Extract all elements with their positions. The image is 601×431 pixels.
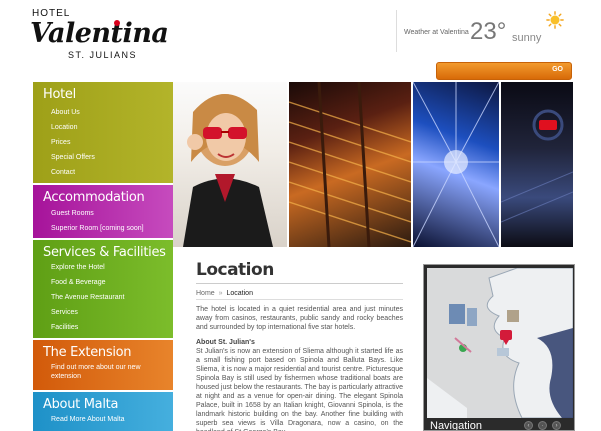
- map-illustration: [427, 268, 573, 418]
- title-divider: [196, 283, 403, 284]
- nav-item-extension-more[interactable]: Find out more about our new extension: [33, 361, 173, 381]
- nav-section-malta: About Malta Read More About Malta: [33, 392, 173, 431]
- nav-item-read-more-malta[interactable]: Read More About Malta: [33, 412, 173, 427]
- photo-strip: [173, 82, 573, 326]
- map-footer: Navigation ‹ · ›: [424, 418, 574, 431]
- nav-item-location[interactable]: Location: [33, 120, 173, 135]
- nav-item-contact[interactable]: Contact: [33, 165, 173, 180]
- nav-item-food-beverage[interactable]: Food & Beverage: [33, 275, 173, 290]
- map-zoom-icon[interactable]: ·: [538, 421, 547, 430]
- nav-section-accommodation: Accommodation Guest Rooms Superior Room …: [33, 185, 173, 238]
- nav-item-explore-hotel[interactable]: Explore the Hotel: [33, 260, 173, 275]
- breadcrumb-divider: [196, 299, 403, 300]
- nav-item-avenue-restaurant[interactable]: The Avenue Restaurant: [33, 290, 173, 305]
- nav-item-special-offers[interactable]: Special Offers: [33, 150, 173, 165]
- facade-lines: [289, 82, 411, 247]
- nav-item-prices[interactable]: Prices: [33, 135, 173, 150]
- intro-paragraph: The hotel is located in a quiet resident…: [196, 306, 403, 331]
- photo-blue-atrium: [413, 82, 499, 247]
- weather-divider: [396, 10, 397, 52]
- logo-place-text: ST. JULIANS: [68, 50, 138, 60]
- about-paragraph: St Julian's is now an extension of Sliem…: [196, 348, 403, 431]
- map-next-icon[interactable]: ›: [552, 421, 561, 430]
- page-title: Location: [196, 260, 274, 280]
- weather-label: Weather at Valentina: [404, 29, 469, 36]
- breadcrumb: Home » Location: [196, 290, 253, 297]
- nav-heading-extension[interactable]: The Extension: [33, 340, 173, 361]
- about-heading: About St. Julian's: [196, 339, 255, 346]
- photo-woman-sunglasses: [173, 82, 287, 247]
- nav-item-superior-room[interactable]: Superior Room [coming soon]: [33, 221, 173, 236]
- go-button[interactable]: GO: [552, 66, 563, 73]
- breadcrumb-separator: »: [218, 290, 223, 297]
- map-view[interactable]: [427, 268, 573, 418]
- nav-heading-hotel[interactable]: Hotel: [33, 82, 173, 105]
- nav-section-hotel: Hotel About Us Location Prices Special O…: [33, 82, 173, 183]
- logo-dot: [114, 20, 120, 26]
- breadcrumb-home-link[interactable]: Home: [196, 290, 215, 297]
- breadcrumb-current: Location: [226, 290, 253, 297]
- map-navigation-label: Navigation: [430, 420, 482, 431]
- hotel-logo[interactable]: HOTEL Valentina ST. JULIANS: [30, 6, 169, 62]
- atrium-lines: [413, 82, 499, 247]
- photo-night-interior: [501, 82, 573, 247]
- nav-item-facilities[interactable]: Facilities: [33, 320, 173, 335]
- search-input[interactable]: [439, 65, 549, 77]
- map-widget: Navigation ‹ · ›: [423, 264, 575, 431]
- photo-building-facade: [289, 82, 411, 247]
- nav-item-guest-rooms[interactable]: Guest Rooms: [33, 206, 173, 221]
- nav-section-services: Services & Facilities Explore the Hotel …: [33, 240, 173, 338]
- nav-heading-accommodation[interactable]: Accommodation: [33, 185, 173, 206]
- nav-heading-services[interactable]: Services & Facilities: [33, 240, 173, 260]
- nav-section-extension: The Extension Find out more about our ne…: [33, 340, 173, 390]
- logo-brand-text: Valentina: [30, 18, 169, 49]
- map-marker-icon[interactable]: [500, 330, 512, 340]
- nav-item-services[interactable]: Services: [33, 305, 173, 320]
- map-prev-icon[interactable]: ‹: [524, 421, 533, 430]
- interior-shapes: [501, 109, 573, 223]
- search-bar: GO: [436, 62, 572, 80]
- main-navigation: Hotel About Us Location Prices Special O…: [33, 82, 173, 431]
- weather-temperature: 23°: [470, 18, 507, 45]
- weather-condition: sunny: [512, 32, 542, 44]
- nav-heading-malta[interactable]: About Malta: [33, 392, 173, 412]
- woman-illustration: [183, 93, 273, 247]
- nav-item-about-us[interactable]: About Us: [33, 105, 173, 120]
- sun-icon: [546, 11, 564, 29]
